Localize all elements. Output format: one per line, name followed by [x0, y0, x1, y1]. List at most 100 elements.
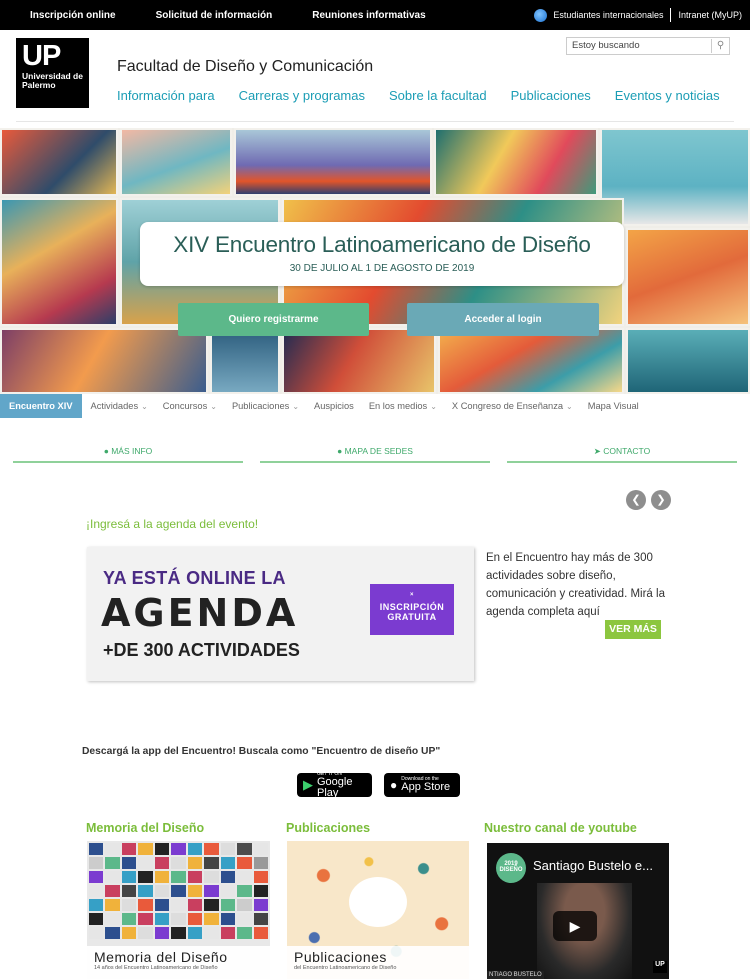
globe-icon — [534, 8, 548, 22]
publicaciones-thumbnail[interactable]: Publicaciones del Encuentro Latinoameric… — [287, 841, 469, 979]
logo-up-text: UP — [22, 40, 61, 72]
map-pin-icon: ● — [337, 446, 345, 456]
video-channel-badge: 2019 DISEÑO — [496, 853, 526, 883]
event-title: XIV Encuentro Latinoamericano de Diseño — [173, 232, 591, 257]
chevron-down-icon: ⌄ — [430, 402, 437, 411]
tab-congreso[interactable]: X Congreso de Enseñanza ⌄ — [452, 401, 573, 411]
search-icon[interactable]: ⚲ — [711, 39, 729, 53]
illustration-tile — [210, 328, 280, 394]
inscripcion-link[interactable]: Inscripción online — [30, 10, 116, 21]
tab-medios[interactable]: En los medios ⌄ — [369, 401, 437, 411]
nav-sobre[interactable]: Sobre la facultad — [389, 88, 487, 103]
illustration-tile — [282, 328, 436, 394]
youtube-video[interactable]: 2019 DISEÑO Santiago Bustelo e... ▶ NTIA… — [487, 843, 669, 979]
divider — [670, 8, 672, 22]
illustration-tile — [0, 128, 118, 196]
nav-publicaciones[interactable]: Publicaciones — [511, 88, 591, 103]
nav-informacion[interactable]: Información para — [117, 88, 215, 103]
top-links: Inscripción online Solicitud de informac… — [30, 10, 426, 21]
google-big: Google Play — [317, 775, 353, 799]
illustration-tile — [626, 228, 750, 326]
memoria-heading: Memoria del Diseño — [86, 821, 205, 835]
tab-label: Actividades — [90, 401, 139, 411]
tab-label: Concursos — [162, 401, 208, 411]
event-title-card: XIV Encuentro Latinoamericano de Diseño … — [140, 222, 624, 286]
login-button[interactable]: Acceder al login — [407, 303, 599, 336]
publicaciones-caption: Publicaciones del Encuentro Latinoameric… — [287, 946, 469, 979]
publicaciones-heading: Publicaciones — [286, 821, 371, 835]
video-footer-text: NTIAGO BUSTELO — [487, 971, 544, 979]
agenda-heading: ¡Ingresá a la agenda del evento! — [86, 517, 259, 531]
ad-line-3: +DE 300 ACTIVIDADES — [103, 640, 300, 660]
reuniones-link[interactable]: Reuniones informativas — [312, 10, 425, 21]
chevron-right-icon[interactable]: ❯ — [651, 490, 671, 510]
solicitud-link[interactable]: Solicitud de información — [156, 10, 273, 21]
publicaciones-caption-title: Publicaciones — [294, 949, 387, 965]
memoria-caption: Memoria del Diseño 14 años del Encuentro… — [87, 946, 270, 979]
mas-info-label: MÁS INFO — [111, 446, 153, 456]
mas-info-tab[interactable]: ● MÁS INFO — [13, 446, 243, 463]
intranet-link[interactable]: Intranet (MyUP) — [678, 10, 742, 20]
tab-encuentro[interactable]: Encuentro XIV — [0, 394, 82, 418]
illustration-tile — [434, 128, 598, 196]
tab-label: En los medios — [368, 401, 428, 411]
contacto-tab[interactable]: ➤ CONTACTO — [507, 446, 737, 463]
badge-star-icon: × — [409, 592, 414, 598]
apple-icon: ● — [390, 778, 398, 792]
memoria-caption-title: Memoria del Diseño — [94, 949, 228, 965]
google-play-button[interactable]: ▶ GET IT ON Google Play — [297, 771, 372, 799]
memoria-caption-sub: 14 años del Encuentro Latinoamericano de… — [94, 965, 218, 971]
search-placeholder: Estoy buscando — [572, 40, 640, 51]
agenda-ad-banner[interactable]: YA ESTÁ ONLINE LA AGENDA +DE 300 ACTIVID… — [87, 547, 474, 681]
ad-line-1: YA ESTÁ ONLINE LA — [103, 568, 286, 588]
top-bar: Inscripción online Solicitud de informac… — [0, 0, 750, 30]
app-store-button[interactable]: ● Download on the App Store — [384, 773, 460, 797]
nav-eventos[interactable]: Eventos y noticias — [615, 88, 720, 103]
site-header: UP Universidad de Palermo Facultad de Di… — [16, 30, 734, 122]
apple-big: App Store — [401, 781, 451, 793]
illustration-tile — [0, 198, 118, 326]
tab-mapa-visual[interactable]: Mapa Visual — [588, 401, 639, 411]
agenda-description: En el Encuentro hay más de 300 actividad… — [486, 552, 665, 618]
chevron-down-icon: ⌄ — [210, 402, 217, 411]
contacto-label: CONTACTO — [603, 446, 651, 456]
tab-label: Publicaciones — [231, 401, 290, 411]
paper-plane-icon: ➤ — [593, 446, 604, 456]
memoria-thumbnail[interactable]: Memoria del Diseño 14 años del Encuentro… — [87, 841, 270, 979]
mapa-sedes-tab[interactable]: ● MAPA DE SEDES — [260, 446, 490, 463]
chevron-down-icon: ⌄ — [566, 402, 573, 411]
logo-university-text: Universidad de Palermo — [22, 71, 83, 90]
memoria-covers-grid — [87, 841, 270, 941]
nav-carreras[interactable]: Carreras y programas — [239, 88, 365, 103]
chevron-left-icon[interactable]: ❮ — [626, 490, 646, 510]
ver-mas-button[interactable]: VER MÁS — [605, 620, 661, 639]
illustration-tile — [120, 128, 232, 196]
tab-label: X Congreso de Enseñanza — [451, 401, 564, 411]
chevron-down-icon: ⌄ — [292, 402, 300, 411]
faculty-title: Facultad de Diseño y Comunicación — [117, 58, 374, 75]
google-play-text: GET IT ON Google Play — [317, 771, 366, 799]
search-input[interactable]: Estoy buscando ⚲ — [566, 37, 730, 55]
tab-publicaciones[interactable]: Publicaciones ⌄ — [232, 401, 299, 411]
chevron-down-icon: ⌄ — [141, 402, 148, 411]
hero-banner: XIV Encuentro Latinoamericano de Diseño … — [0, 128, 750, 394]
illustration-tile — [438, 328, 624, 394]
illustration-tile — [0, 328, 208, 394]
tab-actividades[interactable]: Actividades ⌄ — [91, 401, 148, 411]
intl-students-link[interactable]: Estudiantes internacionales — [553, 10, 663, 20]
publicaciones-caption-sub: del Encuentro Latinoamericano de Diseño — [294, 965, 397, 971]
ad-line-2: AGENDA — [101, 591, 299, 635]
up-logo[interactable]: UP Universidad de Palermo — [16, 38, 89, 108]
tab-concursos[interactable]: Concursos ⌄ — [163, 401, 217, 411]
illustration-tile — [234, 128, 432, 196]
register-button[interactable]: Quiero registrarme — [178, 303, 369, 336]
main-nav: Información para Carreras y programas So… — [117, 88, 720, 103]
event-subnav: Encuentro XIV Actividades ⌄ Concursos ⌄ Pu… — [0, 394, 750, 418]
badge-line-1: INSCRIPCIÓN — [379, 602, 445, 612]
play-icon[interactable]: ▶ — [553, 911, 597, 941]
tab-label: Mapa Visual — [587, 401, 639, 411]
inscripcion-badge: × INSCRIPCIÓN GRATUITA — [370, 584, 454, 635]
tab-auspicios[interactable]: Auspicios — [314, 401, 354, 411]
tab-label: Auspicios — [314, 401, 354, 411]
badge-line-2: GRATUITA — [387, 612, 437, 622]
